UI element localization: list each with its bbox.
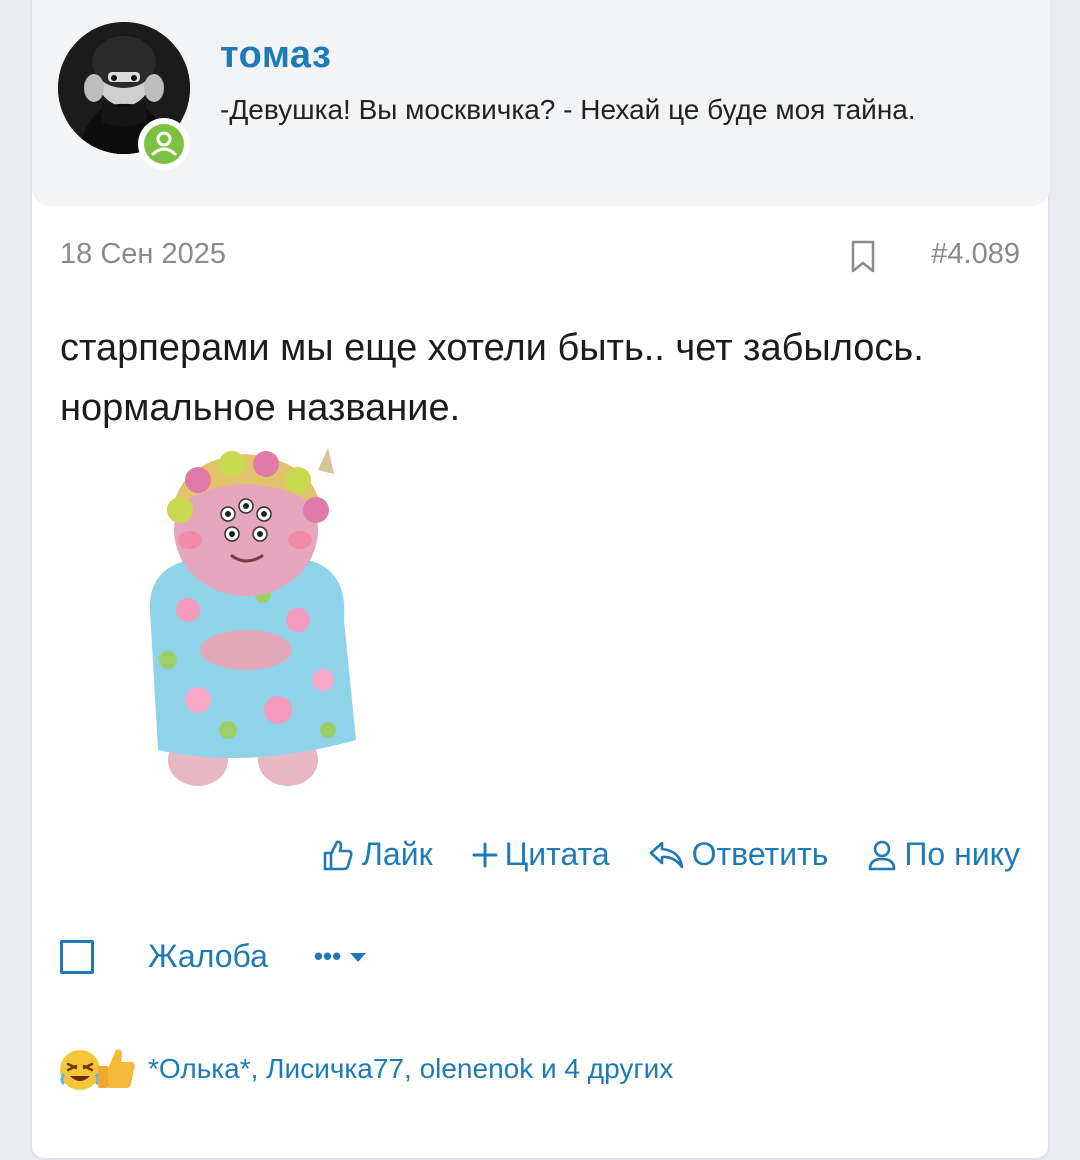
reactions-bar[interactable]: *Олька*, Лисичка77, olenenok и 4 других <box>56 1044 673 1094</box>
thumbs-up-outline-icon <box>323 840 353 870</box>
plus-icon <box>472 842 498 867</box>
user-outline-icon <box>869 840 896 870</box>
author-status: -Девушка! Вы москвичка? - Нехай це буде … <box>220 94 916 125</box>
reactions-users[interactable]: *Олька*, Лисичка77, olenenok и 4 других <box>148 1053 673 1085</box>
post-number[interactable]: #4.089 <box>931 238 1020 271</box>
bookmark-icon[interactable] <box>850 240 876 274</box>
quote-label: Цитата <box>504 836 610 872</box>
by-nick-label: По нику <box>904 836 1020 872</box>
moderation-row: Жалоба ••• <box>60 938 367 975</box>
post-date[interactable]: 18 Сен 2025 <box>60 238 226 271</box>
user-online-icon <box>144 124 184 164</box>
post-actions: Лайк Цитата Ответить По нику <box>320 836 1020 873</box>
more-dots: ••• <box>313 941 342 971</box>
like-label: Лайк <box>361 836 433 872</box>
post-card: томаз -Девушка! Вы москвичка? - Нехай це… <box>30 0 1050 1160</box>
reply-label: Ответить <box>691 836 829 872</box>
author-username[interactable]: томаз <box>220 34 331 77</box>
reply-arrow-icon <box>649 841 683 868</box>
quote-button[interactable]: Цитата <box>471 836 610 873</box>
monster-grandma-sticker <box>149 448 356 786</box>
caret-down-icon <box>350 952 367 962</box>
thumbs-up-icon <box>98 1049 135 1088</box>
like-button[interactable]: Лайк <box>320 836 433 873</box>
by-nick-button[interactable]: По нику <box>866 836 1020 873</box>
report-link[interactable]: Жалоба <box>148 938 268 975</box>
post-author-header: томаз -Девушка! Вы москвичка? - Нехай це… <box>32 0 1050 206</box>
select-post-checkbox[interactable] <box>60 939 94 974</box>
post-body-text: старперами мы еще хотели быть.. чет забы… <box>60 327 924 429</box>
more-menu-button[interactable]: ••• <box>314 941 367 972</box>
online-status-badge <box>138 118 190 170</box>
reaction-icons <box>56 1044 142 1094</box>
reply-button[interactable]: Ответить <box>648 836 829 873</box>
